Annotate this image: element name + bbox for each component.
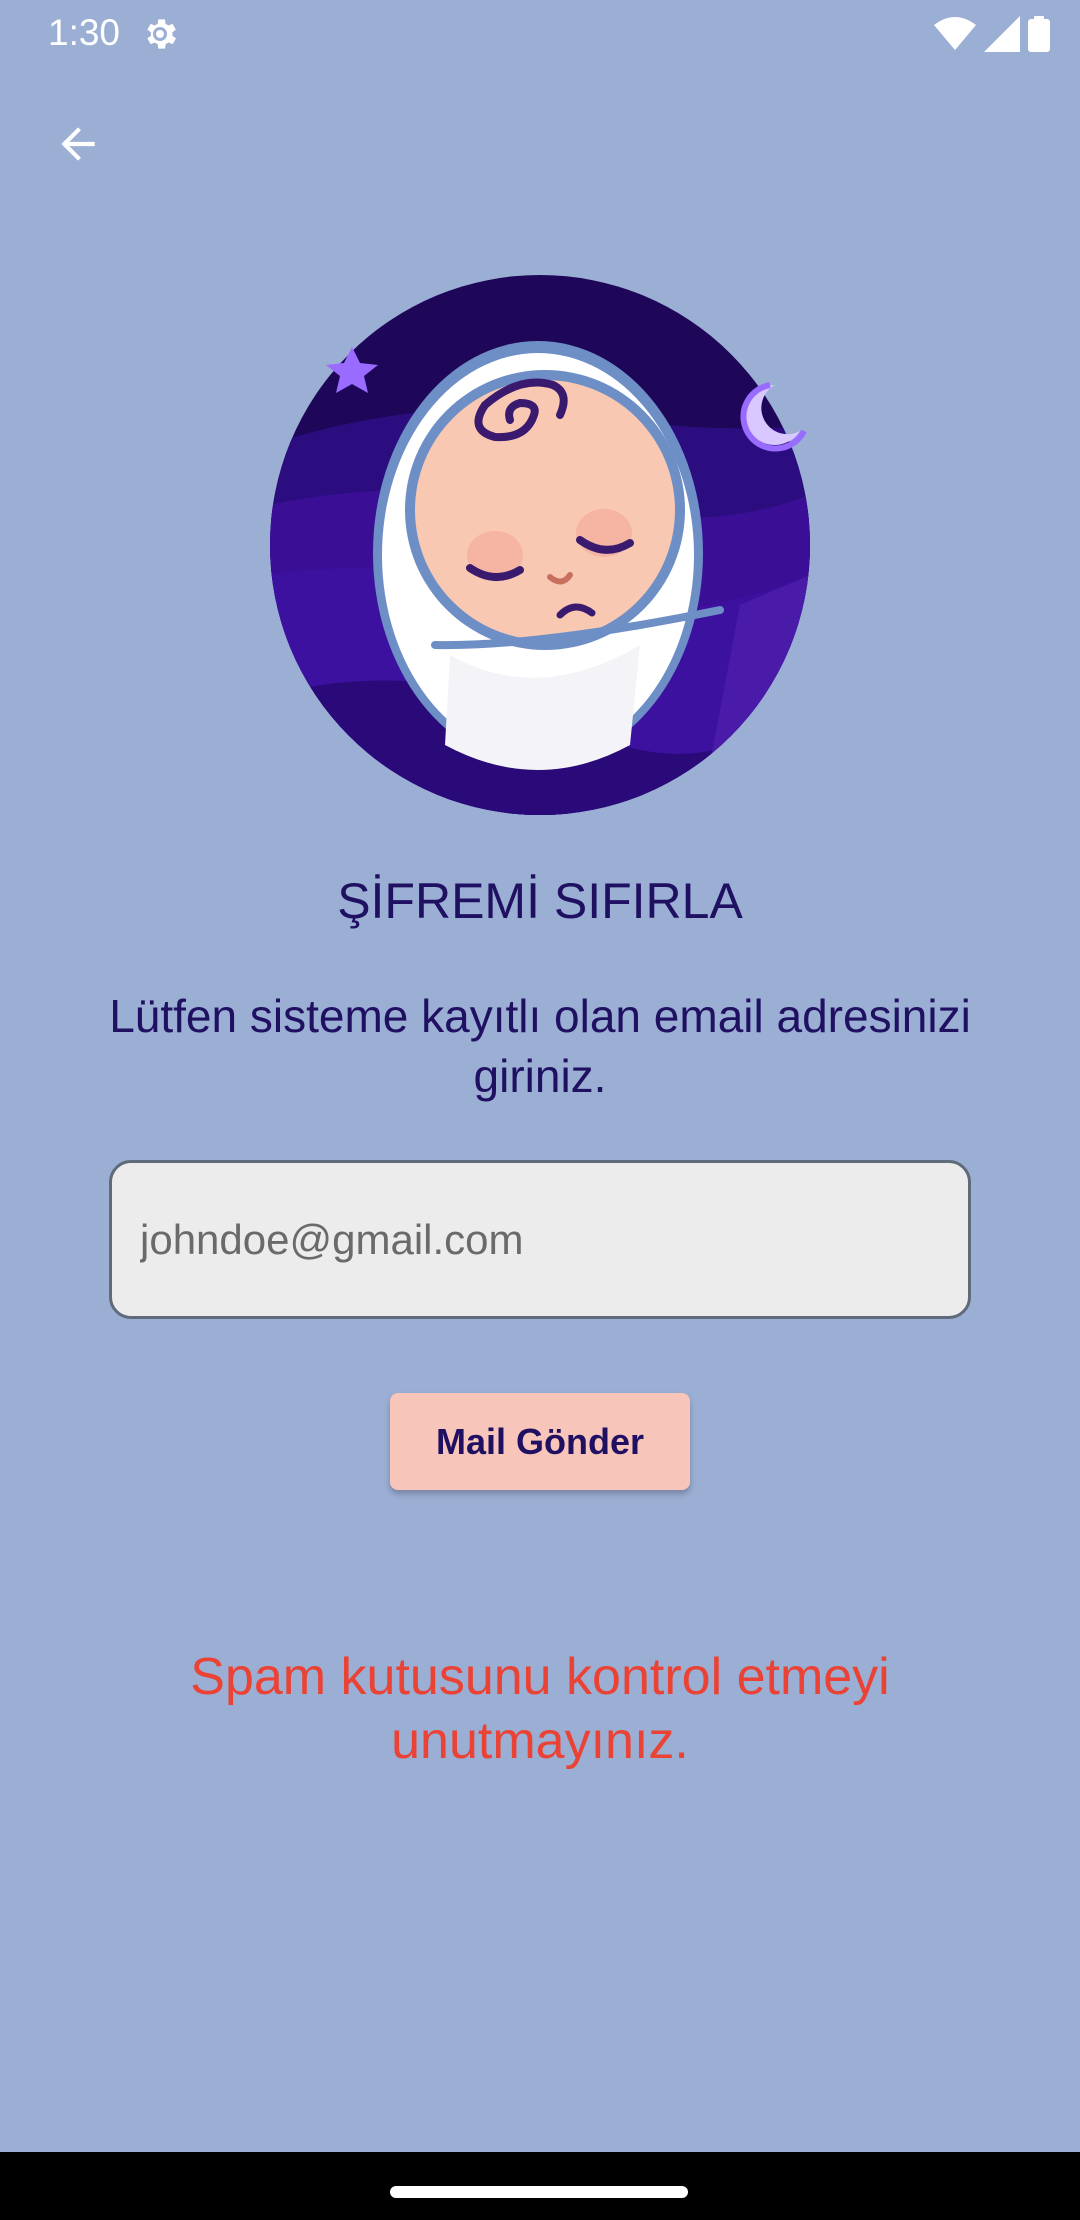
wifi-icon — [934, 17, 976, 50]
page-title: ŞİFREMİ SIFIRLA — [337, 873, 743, 929]
status-icons — [934, 14, 1050, 54]
spam-warning-text: Spam kutusunu kontrol etmeyi unutmayınız… — [190, 1648, 890, 1770]
battery-icon — [1028, 16, 1050, 52]
settings-gear-icon — [147, 19, 176, 49]
status-bar: 1:30 — [0, 0, 1080, 66]
reset-password-screen: 1:30 ŞİFREMİ SIFIRLA Lütfen sisteme kayı… — [0, 0, 1080, 2220]
sleeping-baby-logo — [270, 275, 810, 815]
email-field[interactable] — [109, 1160, 971, 1319]
navigation-bar — [0, 2152, 1080, 2220]
status-time: 1:30 — [48, 12, 121, 53]
home-gesture-handle[interactable] — [390, 2186, 688, 2198]
send-mail-button[interactable]: Mail Gönder — [390, 1393, 690, 1490]
email-input[interactable] — [140, 1163, 940, 1316]
signal-icon — [984, 16, 1020, 52]
back-button[interactable] — [40, 106, 116, 182]
instruction-text: Lütfen sisteme kayıtlı olan email adresi… — [109, 990, 971, 1102]
arrow-back-icon — [61, 127, 95, 161]
